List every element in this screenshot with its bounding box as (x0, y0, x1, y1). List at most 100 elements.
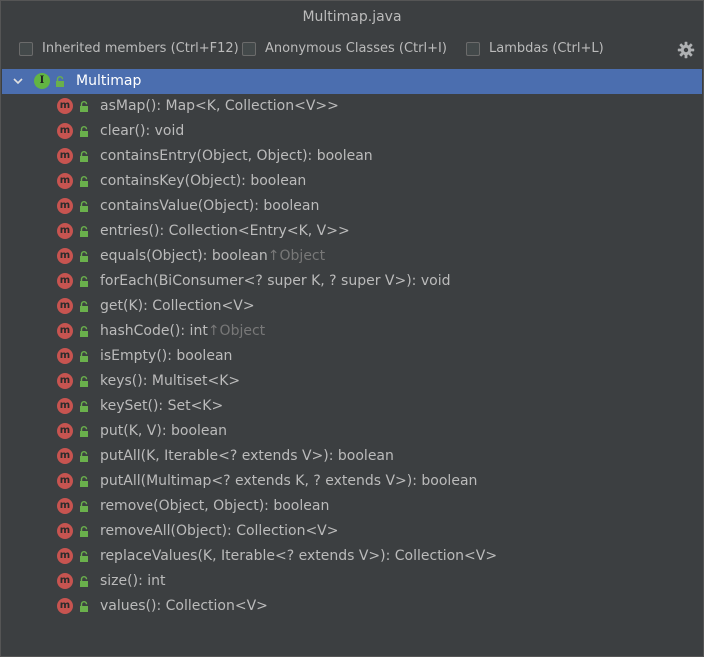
public-lock-icon (80, 476, 88, 487)
method-signature: values(): Collection<V> (100, 598, 268, 614)
method-row[interactable]: m containsValue(Object): boolean (2, 194, 702, 219)
structure-popup: Multimap.java Inherited members (Ctrl+F1… (0, 0, 704, 657)
method-row[interactable]: m keys(): Multiset<K> (2, 369, 702, 394)
method-label: keys(): Multiset<K> (100, 369, 240, 394)
method-signature: clear(): void (100, 123, 185, 139)
method-row[interactable]: m remove(Object, Object): boolean (2, 494, 702, 519)
method-row[interactable]: m put(K, V): boolean (2, 419, 702, 444)
method-icon: m (57, 198, 73, 214)
method-signature: containsEntry(Object, Object): boolean (100, 148, 373, 164)
structure-tree: I Multimap m asMap(): Map<K, Collection<V… (2, 69, 702, 655)
inherited-from-label: ↑Object (207, 323, 266, 339)
method-row[interactable]: m clear(): void (2, 119, 702, 144)
method-signature: putAll(K, Iterable<? extends V>): boolea… (100, 448, 394, 464)
method-label: forEach(BiConsumer<? super K, ? super V>… (100, 269, 450, 294)
public-lock-icon (80, 151, 88, 162)
public-lock-icon (80, 251, 88, 262)
method-row[interactable]: m isEmpty(): boolean (2, 344, 702, 369)
method-signature: size(): int (100, 573, 166, 589)
public-lock-icon (80, 376, 88, 387)
method-signature: asMap(): Map<K, Collection<V>> (100, 98, 339, 114)
public-lock-icon (80, 401, 88, 412)
method-label: hashCode(): int↑Object (100, 319, 265, 344)
anonymous-classes-checkbox[interactable]: Anonymous Classes (Ctrl+I) (242, 41, 447, 56)
method-label: put(K, V): boolean (100, 419, 227, 444)
method-icon: m (57, 398, 73, 414)
inherited-members-label: Inherited members (Ctrl+F12) (42, 41, 239, 56)
method-row[interactable]: m equals(Object): boolean↑Object (2, 244, 702, 269)
method-icon: m (57, 173, 73, 189)
method-row[interactable]: m putAll(K, Iterable<? extends V>): boole… (2, 444, 702, 469)
inherited-from-label: ↑Object (267, 248, 326, 264)
method-signature: forEach(BiConsumer<? super K, ? super V>… (100, 273, 451, 289)
public-lock-icon (80, 576, 88, 587)
lambdas-checkbox[interactable]: Lambdas (Ctrl+L) (466, 41, 604, 56)
public-lock-icon (80, 526, 88, 537)
method-icon: m (57, 523, 73, 539)
method-row[interactable]: m removeAll(Object): Collection<V> (2, 519, 702, 544)
window-title: Multimap.java (302, 9, 402, 25)
method-row[interactable]: m keySet(): Set<K> (2, 394, 702, 419)
public-lock-icon (56, 76, 64, 87)
method-row[interactable]: m containsKey(Object): boolean (2, 169, 702, 194)
public-lock-icon (80, 226, 88, 237)
method-icon: m (57, 598, 73, 614)
method-signature: containsKey(Object): boolean (100, 173, 307, 189)
method-row[interactable]: m hashCode(): int↑Object (2, 319, 702, 344)
method-icon: m (57, 373, 73, 389)
method-label: values(): Collection<V> (100, 594, 268, 619)
method-signature: equals(Object): boolean (100, 248, 268, 264)
method-row[interactable]: m entries(): Collection<Entry<K, V>> (2, 219, 702, 244)
method-icon: m (57, 448, 73, 464)
lambdas-checkbox-box[interactable] (466, 41, 480, 56)
method-signature: hashCode(): int (100, 323, 208, 339)
tree-root-label: Multimap (76, 73, 142, 89)
method-signature: keys(): Multiset<K> (100, 373, 241, 389)
method-row[interactable]: m forEach(BiConsumer<? super K, ? super V… (2, 269, 702, 294)
inherited-members-checkbox-box[interactable] (19, 41, 33, 56)
tree-root-multimap[interactable]: I Multimap (2, 69, 702, 94)
filter-toolbar: Inherited members (Ctrl+F12) Anonymous C… (1, 35, 703, 65)
method-label: containsEntry(Object, Object): boolean (100, 144, 373, 169)
chevron-down-icon[interactable] (12, 75, 24, 87)
method-label: get(K): Collection<V> (100, 294, 255, 319)
method-label: clear(): void (100, 119, 184, 144)
method-label: putAll(Multimap<? extends K, ? extends V… (100, 469, 477, 494)
lambdas-label: Lambdas (Ctrl+L) (489, 41, 604, 56)
anonymous-classes-label: Anonymous Classes (Ctrl+I) (265, 41, 447, 56)
public-lock-icon (80, 176, 88, 187)
method-icon: m (57, 248, 73, 264)
method-signature: put(K, V): boolean (100, 423, 227, 439)
method-signature: putAll(Multimap<? extends K, ? extends V… (100, 473, 478, 489)
public-lock-icon (80, 426, 88, 437)
public-lock-icon (80, 201, 88, 212)
method-row[interactable]: m putAll(Multimap<? extends K, ? extends … (2, 469, 702, 494)
method-signature: replaceValues(K, Iterable<? extends V>):… (100, 548, 498, 564)
method-row[interactable]: m get(K): Collection<V> (2, 294, 702, 319)
method-label: asMap(): Map<K, Collection<V>> (100, 94, 339, 119)
public-lock-icon (80, 101, 88, 112)
gear-icon[interactable] (677, 41, 695, 59)
method-label: equals(Object): boolean↑Object (100, 244, 325, 269)
method-row[interactable]: m size(): int (2, 569, 702, 594)
method-icon: m (57, 548, 73, 564)
method-icon: m (57, 273, 73, 289)
public-lock-icon (80, 276, 88, 287)
method-icon: m (57, 123, 73, 139)
method-signature: keySet(): Set<K> (100, 398, 224, 414)
method-label: removeAll(Object): Collection<V> (100, 519, 339, 544)
method-icon: m (57, 148, 73, 164)
public-lock-icon (80, 326, 88, 337)
method-label: replaceValues(K, Iterable<? extends V>):… (100, 544, 497, 569)
method-row[interactable]: m asMap(): Map<K, Collection<V>> (2, 94, 702, 119)
method-row[interactable]: m values(): Collection<V> (2, 594, 702, 619)
method-label: entries(): Collection<Entry<K, V>> (100, 219, 350, 244)
method-signature: entries(): Collection<Entry<K, V>> (100, 223, 350, 239)
method-row[interactable]: m containsEntry(Object, Object): boolean (2, 144, 702, 169)
method-icon: m (57, 348, 73, 364)
method-signature: removeAll(Object): Collection<V> (100, 523, 339, 539)
anonymous-classes-checkbox-box[interactable] (242, 41, 256, 56)
method-row[interactable]: m replaceValues(K, Iterable<? extends V>)… (2, 544, 702, 569)
inherited-members-checkbox[interactable]: Inherited members (Ctrl+F12) (19, 41, 239, 56)
method-icon: m (57, 473, 73, 489)
